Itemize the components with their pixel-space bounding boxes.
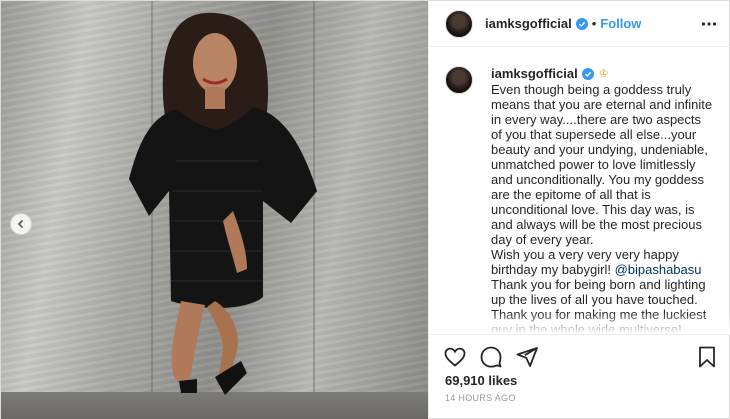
follow-button[interactable]: Follow [600,16,641,31]
heart-icon[interactable] [443,345,467,369]
verified-badge-icon [581,67,594,80]
likes-count[interactable]: 69,910 likes [445,373,517,388]
author-username[interactable]: iamksgofficial [485,16,572,31]
caption-body: iamksgofficial ♔ Even though being a god… [491,66,715,334]
header-separator: • [591,16,597,31]
comment-icon[interactable] [479,345,503,369]
more-options-icon[interactable] [701,16,717,32]
caption-username-row: iamksgofficial ♔ [491,66,715,81]
caption-fade [429,312,730,334]
bookmark-icon[interactable] [695,345,719,369]
chevron-left-icon[interactable] [10,213,32,235]
post-header: iamksgofficial • Follow [429,1,730,47]
action-icons [443,345,539,369]
avatar[interactable] [445,9,473,38]
crown-emoji-icon: ♔ [598,68,609,80]
post-sidebar: iamksgofficial • Follow iamksgofficial ♔… [428,1,730,419]
avatar[interactable] [445,66,473,94]
caption-text: Even though being a goddess truly means … [491,82,715,334]
photo-subject [129,12,317,395]
post-photo[interactable] [1,1,428,419]
caption-text-before-mention: Even though being a goddess truly means … [491,82,713,277]
mention-link[interactable]: @bipashabasu [615,262,702,277]
post-actions: 69,910 likes 14 HOURS AGO [429,334,730,419]
verified-badge-icon [575,17,588,30]
instagram-post: iamksgofficial • Follow iamksgofficial ♔… [0,0,730,419]
caption-comment: iamksgofficial ♔ Even though being a god… [445,66,715,334]
caption-username[interactable]: iamksgofficial [491,66,578,81]
caption-section: iamksgofficial ♔ Even though being a god… [429,48,730,334]
post-timestamp[interactable]: 14 HOURS AGO [445,393,516,403]
share-icon[interactable] [515,345,539,369]
